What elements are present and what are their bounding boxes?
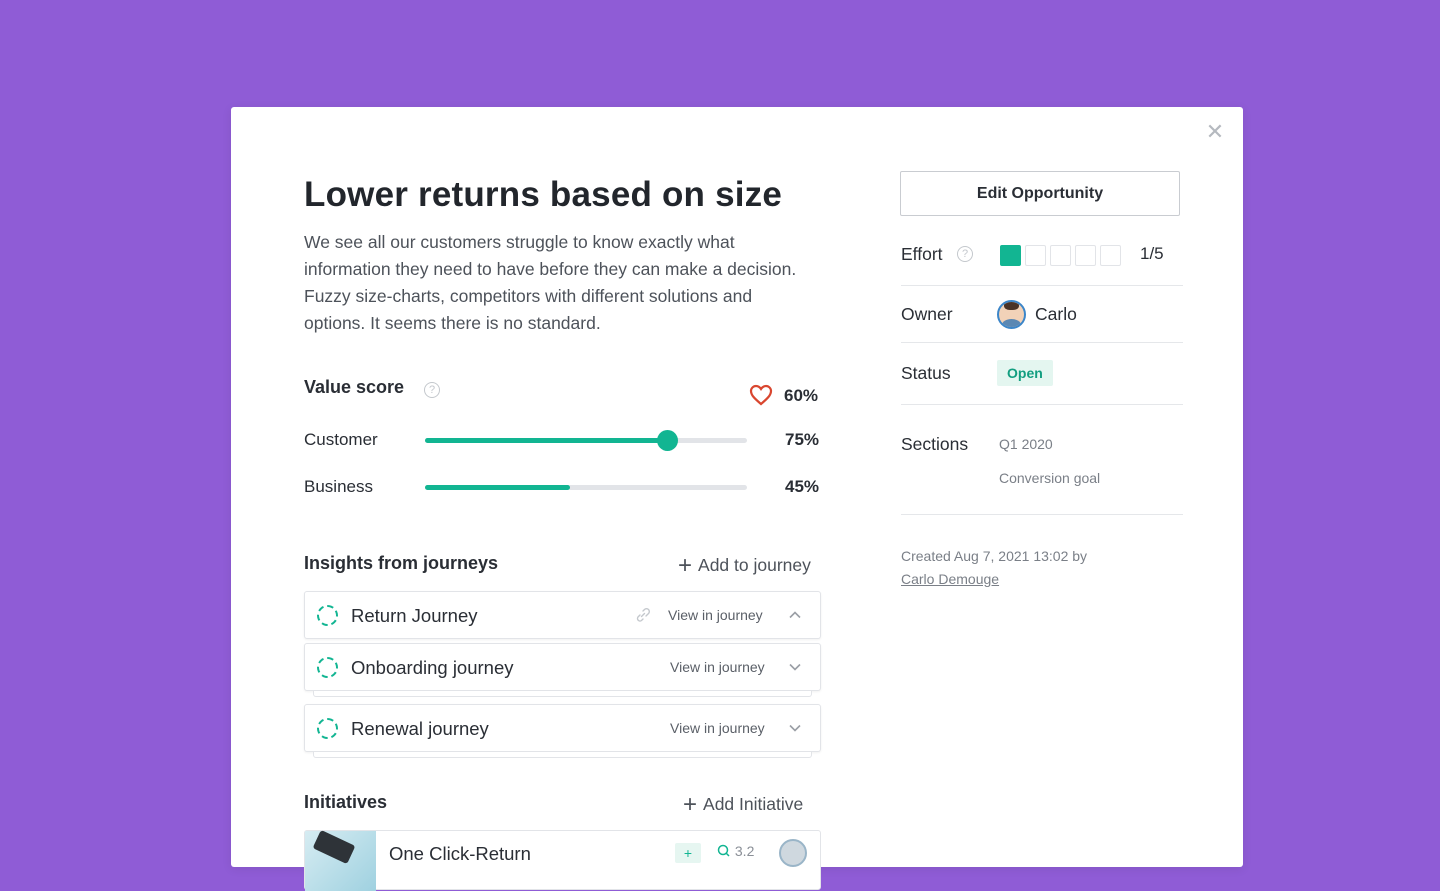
business-label: Business [304,477,373,496]
journey-progress-icon [317,657,338,678]
journey-row[interactable]: Renewal journey View in journey [304,704,821,752]
business-slider-fill [425,485,570,490]
plus-icon: + [683,791,698,818]
chevron-down-icon[interactable] [788,721,802,735]
view-in-journey-link[interactable]: View in journey [670,720,765,736]
owner-label: Owner [901,304,953,324]
effort-box[interactable] [1025,245,1046,266]
chevron-up-icon[interactable] [788,608,802,622]
help-icon[interactable]: ? [424,382,440,398]
close-icon[interactable]: ✕ [1205,121,1225,143]
add-to-journey-button[interactable]: + Add to journey [678,552,811,580]
effort-box[interactable] [1050,245,1071,266]
avatar [779,839,807,867]
customer-label: Customer [304,430,378,449]
avatar [997,300,1026,329]
owner-name[interactable]: Carlo [1035,304,1077,325]
customer-value: 75% [785,430,820,449]
effort-box[interactable] [1100,245,1121,266]
plus-icon: + [678,552,693,579]
chevron-down-icon[interactable] [788,660,802,674]
initiative-name: One Click-Return [389,843,531,864]
journey-row[interactable]: Return Journey View in journey [304,591,821,639]
journey-stack-edge [313,691,812,697]
link-icon[interactable] [635,607,651,623]
page-title: Lower returns based on size [304,175,783,214]
journey-name: Return Journey [351,605,478,626]
value-score-heading: Value score [304,377,405,397]
opportunity-modal: ✕ Lower returns based on size We see all… [231,107,1243,891]
status-label: Status [901,363,951,383]
initiatives-heading: Initiatives [304,792,388,812]
value-score-total: 60% [784,386,819,405]
customer-slider-fill [425,438,667,443]
customer-slider-thumb[interactable] [656,430,678,451]
initiative-thumbnail [305,831,376,891]
insights-heading: Insights from journeys [304,553,499,573]
journey-row[interactable]: Onboarding journey View in journey [304,643,821,691]
effort-box[interactable] [1075,245,1096,266]
opportunity-description: We see all our customers struggle to kno… [304,232,797,333]
customer-slider[interactable] [425,430,747,451]
effort-label: Effort [901,244,943,264]
journey-progress-icon [317,605,338,626]
effort-value: 1/5 [1140,244,1164,263]
plus-icon[interactable]: + [675,843,701,863]
section-item[interactable]: Q1 2020 [999,436,1053,452]
initiative-row[interactable]: One Click-Return + 3.2 [304,830,821,891]
journey-name: Renewal journey [351,718,489,739]
divider [901,404,1183,405]
divider [901,285,1183,286]
created-info: Created Aug 7, 2021 13:02 by Carlo Demou… [901,548,1088,587]
initiative-score: 3.2 [717,843,754,859]
creator-link[interactable]: Carlo Demouge [901,571,999,587]
view-in-journey-link[interactable]: View in journey [670,659,765,675]
help-icon[interactable]: ? [957,246,973,262]
edit-opportunity-button[interactable]: Edit Opportunity [900,171,1180,216]
sections-label: Sections [901,434,969,454]
journey-stack-edge [313,752,812,758]
business-slider[interactable] [425,485,747,490]
journey-progress-icon [317,718,338,739]
view-in-journey-link[interactable]: View in journey [668,607,763,623]
add-initiative-button[interactable]: + Add Initiative [683,791,803,819]
business-value: 45% [785,477,820,496]
journey-name: Onboarding journey [351,657,514,678]
section-item[interactable]: Conversion goal [999,470,1100,486]
divider [901,514,1183,515]
effort-box[interactable] [1000,245,1021,266]
divider [901,342,1183,343]
status-badge[interactable]: Open [997,360,1053,386]
heart-icon [749,384,773,406]
